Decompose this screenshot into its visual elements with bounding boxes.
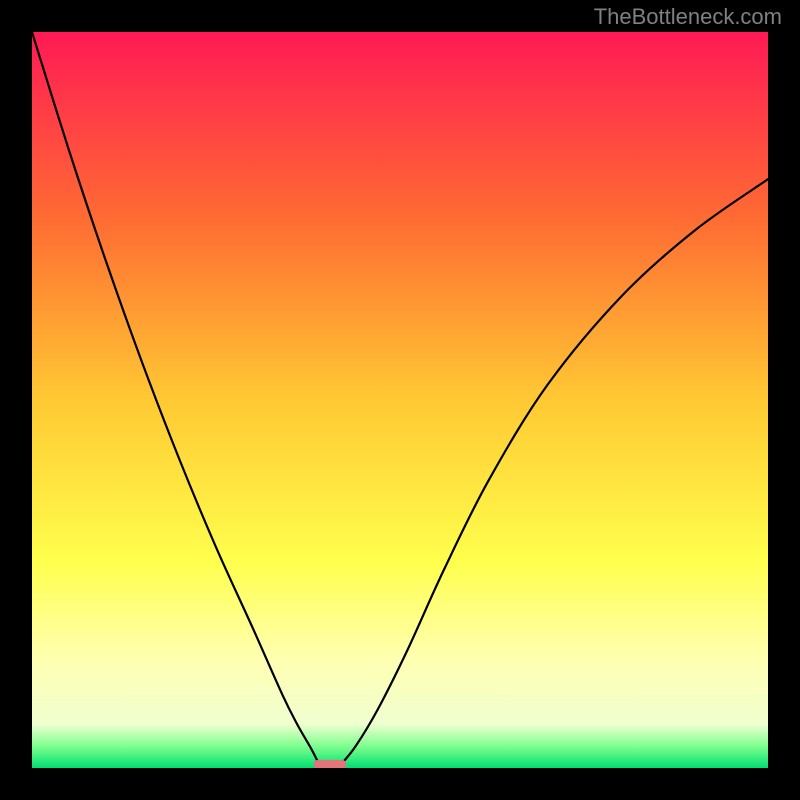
watermark-text: TheBottleneck.com — [594, 4, 782, 30]
chart-svg — [32, 32, 768, 768]
plot-area — [32, 32, 768, 768]
chart-container: TheBottleneck.com — [0, 0, 800, 800]
gradient-background — [32, 32, 768, 768]
bottleneck-marker — [314, 760, 347, 768]
